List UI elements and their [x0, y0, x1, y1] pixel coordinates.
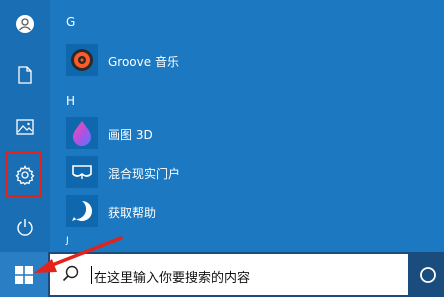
app-tile [66, 44, 98, 76]
svg-text:?: ? [79, 205, 85, 218]
app-item-mixed-reality-portal[interactable]: 混合现实门户 [60, 155, 444, 191]
app-item-get-help[interactable]: ? 获取帮助 [60, 194, 444, 230]
app-tile [66, 117, 98, 149]
app-label: 获取帮助 [108, 205, 157, 220]
desktop-screen: G Groove 音乐 H 画图 3D 混合现实门户 ? 获取帮助 J 在这里输… [0, 0, 444, 297]
section-letter-h[interactable]: H [66, 94, 75, 108]
search-placeholder-text: 在这里输入你要搜索的内容 [94, 271, 251, 286]
settings-highlight-box [5, 151, 42, 197]
cortana-circle-icon [420, 266, 436, 283]
document-icon [18, 66, 32, 84]
app-item-paint-3d[interactable]: 画图 3D [60, 116, 444, 152]
pictures-button[interactable] [0, 105, 50, 149]
groove-music-icon [71, 49, 93, 71]
taskbar-search-box[interactable]: 在这里输入你要搜索的内容 [50, 254, 408, 295]
app-label: 混合现实门户 [108, 166, 181, 181]
cortana-button[interactable] [412, 252, 444, 297]
paint-3d-icon [73, 121, 91, 146]
pictures-icon [16, 119, 34, 135]
text-caret [91, 266, 92, 284]
power-icon [17, 219, 33, 236]
documents-button[interactable] [0, 53, 50, 97]
taskbar: 在这里输入你要搜索的内容 [0, 252, 444, 297]
app-tile: ? [66, 195, 98, 227]
user-account-button[interactable] [0, 2, 50, 46]
mixed-reality-icon [72, 165, 92, 179]
start-button[interactable] [0, 252, 48, 297]
app-tile [66, 156, 98, 188]
windows-logo-icon [15, 265, 33, 284]
power-button[interactable] [0, 205, 50, 249]
start-menu-rail [0, 0, 50, 252]
app-label: Groove 音乐 [108, 54, 179, 69]
app-label: 画图 3D [108, 127, 153, 142]
section-letter-partial[interactable]: J [66, 236, 69, 246]
section-letter-g[interactable]: G [66, 15, 75, 29]
get-help-icon: ? [72, 201, 92, 221]
app-item-groove-music[interactable]: Groove 音乐 [60, 43, 444, 79]
user-icon [16, 15, 34, 33]
search-icon [62, 265, 79, 282]
